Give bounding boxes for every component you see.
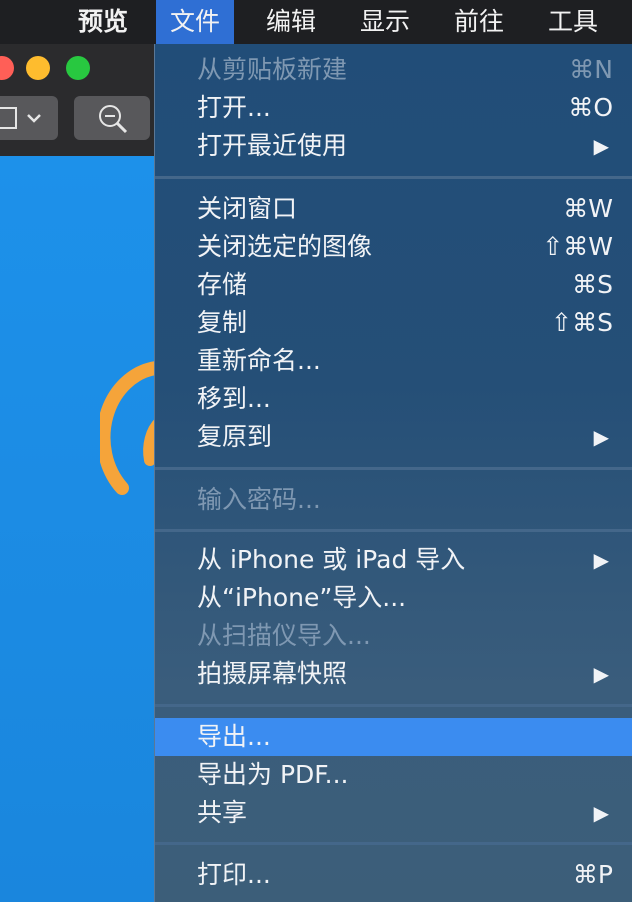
- menu-item-take-screenshot[interactable]: 拍摄屏幕快照 ▶: [155, 655, 632, 693]
- shortcut-label: ⌘P: [572, 860, 613, 889]
- menu-separator: [155, 176, 632, 179]
- shortcut-label: ⌘S: [572, 270, 613, 299]
- menu-separator: [155, 842, 632, 845]
- menu-separator: [155, 704, 632, 707]
- submenu-arrow-icon: ▶: [593, 425, 609, 449]
- sidebar-toggle-icon: [0, 107, 41, 129]
- menu-item-enter-password: 输入密码...: [155, 481, 632, 519]
- shortcut-label: ⇧⌘S: [551, 308, 613, 337]
- submenu-arrow-icon: ▶: [593, 662, 609, 686]
- menu-item-duplicate[interactable]: 复制 ⇧⌘S: [155, 304, 632, 342]
- menu-item-close-selected-images[interactable]: 关闭选定的图像 ⇧⌘W: [155, 228, 632, 266]
- menu-item-label: 打印...: [197, 860, 271, 889]
- menu-item-label: 从扫描仪导入...: [197, 621, 371, 650]
- zoom-out-button[interactable]: [74, 96, 150, 140]
- menu-item-move-to[interactable]: 移到...: [155, 380, 632, 418]
- menu-item-import-from-scanner: 从扫描仪导入...: [155, 617, 632, 655]
- shortcut-label: ⇧⌘W: [542, 232, 613, 261]
- menu-item-rename[interactable]: 重新命名...: [155, 342, 632, 380]
- shortcut-label: ⌘O: [568, 93, 613, 122]
- menu-item-label: 输入密码...: [197, 485, 321, 514]
- menu-item-label: 打开最近使用: [197, 131, 348, 160]
- menu-item-import-from-iphone-ipad[interactable]: 从 iPhone 或 iPad 导入 ▶: [155, 541, 632, 579]
- menu-item-label: 关闭窗口: [197, 194, 298, 223]
- submenu-arrow-icon: ▶: [593, 548, 609, 572]
- menu-item-import-from-iphone[interactable]: 从“iPhone”导入...: [155, 579, 632, 617]
- menu-item-label: 重新命名...: [197, 346, 321, 375]
- menu-item-export[interactable]: 导出...: [155, 718, 632, 756]
- minimize-window-button[interactable]: [26, 56, 50, 80]
- submenu-arrow-icon: ▶: [593, 134, 609, 158]
- menu-item-print[interactable]: 打印... ⌘P: [155, 856, 632, 894]
- menu-item-export-as-pdf[interactable]: 导出为 PDF...: [155, 756, 632, 794]
- menu-item-label: 复制: [197, 308, 248, 337]
- menu-bar: 预览 文件 编辑 显示 前往 工具: [0, 0, 632, 44]
- zoom-out-icon: [99, 105, 128, 134]
- menu-separator: [155, 529, 632, 532]
- menu-item-label: 关闭选定的图像: [197, 232, 373, 261]
- menu-item-label: 从“iPhone”导入...: [197, 583, 407, 612]
- menu-view[interactable]: 显示: [346, 0, 424, 44]
- menu-tools[interactable]: 工具: [534, 0, 612, 44]
- menu-item-label: 导出...: [197, 722, 271, 751]
- menu-item-label: 从 iPhone 或 iPad 导入: [197, 545, 466, 574]
- menu-item-open[interactable]: 打开... ⌘O: [155, 89, 632, 127]
- file-menu-dropdown: 从剪贴板新建 ⌘N 打开... ⌘O 打开最近使用 ▶ 关闭窗口 ⌘W 关闭选定…: [154, 44, 632, 902]
- menu-item-label: 移到...: [197, 384, 271, 413]
- menu-file[interactable]: 文件: [156, 0, 235, 44]
- menu-item-label: 复原到: [197, 422, 273, 451]
- shortcut-label: ⌘N: [569, 55, 613, 84]
- menu-item-label: 打开...: [197, 93, 271, 122]
- menu-item-label: 拍摄屏幕快照: [197, 659, 348, 688]
- menu-item-revert-to[interactable]: 复原到 ▶: [155, 418, 632, 456]
- menu-item-new-from-clipboard: 从剪贴板新建 ⌘N: [155, 51, 632, 89]
- shortcut-label: ⌘W: [563, 194, 613, 223]
- menu-go[interactable]: 前往: [440, 0, 518, 44]
- menu-app-preview[interactable]: 预览: [64, 0, 142, 44]
- menu-item-share[interactable]: 共享 ▶: [155, 794, 632, 832]
- menu-item-label: 从剪贴板新建: [197, 55, 348, 84]
- submenu-arrow-icon: ▶: [593, 801, 609, 825]
- menu-item-label: 共享: [197, 798, 248, 827]
- menu-item-label: 存储: [197, 270, 248, 299]
- zoom-window-button[interactable]: [66, 56, 90, 80]
- menu-edit[interactable]: 编辑: [252, 0, 330, 44]
- menu-separator: [155, 467, 632, 470]
- menu-item-close-window[interactable]: 关闭窗口 ⌘W: [155, 190, 632, 228]
- apple-menu-icon[interactable]: [4, 0, 20, 44]
- sidebar-view-button[interactable]: [0, 96, 58, 140]
- menu-item-save[interactable]: 存储 ⌘S: [155, 266, 632, 304]
- menu-item-open-recent[interactable]: 打开最近使用 ▶: [155, 127, 632, 165]
- menu-item-label: 导出为 PDF...: [197, 760, 349, 789]
